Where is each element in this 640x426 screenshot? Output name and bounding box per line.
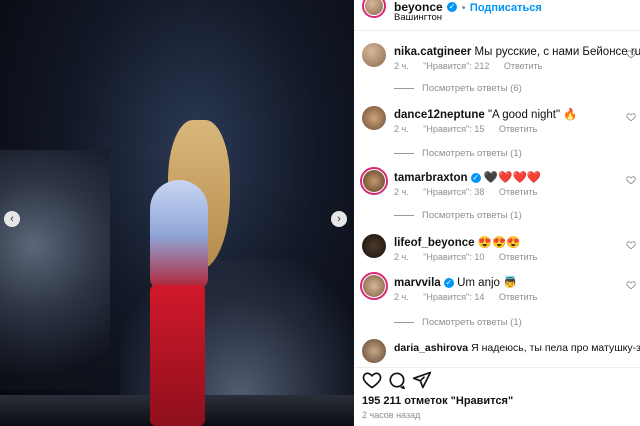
comment-username[interactable]: dance12neptune <box>394 109 485 121</box>
heart-icon[interactable] <box>626 280 636 290</box>
comment-username[interactable]: marvvila <box>394 277 441 289</box>
comment-likes[interactable]: "Нравится": 10 <box>423 252 484 262</box>
view-replies-button[interactable]: Посмотреть ответы (1) <box>394 317 522 328</box>
post-time: 2 часов назад <box>362 410 421 420</box>
comment-username[interactable]: tamarbraxton <box>394 172 468 184</box>
prev-photo-button[interactable]: ‹ <box>4 211 20 227</box>
follow-button[interactable]: Подписаться <box>470 2 542 14</box>
view-replies-button[interactable]: Посмотреть ответы (6) <box>394 83 522 94</box>
verified-icon: ✓ <box>443 277 454 288</box>
comment-avatar[interactable] <box>362 234 386 258</box>
reply-button[interactable]: Ответить <box>499 124 537 134</box>
crowd-background <box>0 150 110 390</box>
heart-icon[interactable] <box>626 49 636 59</box>
reply-button[interactable]: Ответить <box>499 292 537 302</box>
verified-icon: ✓ <box>470 172 481 183</box>
comment-avatar[interactable] <box>363 170 385 192</box>
like-button[interactable] <box>362 370 382 390</box>
share-button[interactable] <box>412 370 432 390</box>
heart-icon[interactable] <box>626 112 636 122</box>
verified-icon: ✓ <box>447 1 458 12</box>
comment-text: 😍😍😍 <box>477 237 521 249</box>
comment-avatar[interactable] <box>363 275 385 297</box>
comment-likes[interactable]: "Нравится": 15 <box>423 124 484 134</box>
post-photo: ‹ › <box>0 0 354 426</box>
reply-button[interactable]: Ответить <box>499 252 537 262</box>
heart-icon[interactable] <box>626 240 636 250</box>
comment-username[interactable]: nika.catgineer <box>394 46 471 58</box>
post-location[interactable]: Вашингтон <box>394 12 442 23</box>
heart-icon[interactable] <box>626 175 636 185</box>
comment-time: 2 ч. <box>394 124 409 134</box>
performer-outfit <box>150 180 208 290</box>
comment-avatar[interactable] <box>362 106 386 130</box>
comment-text: 🖤❤️❤️❤️ <box>483 172 542 184</box>
comment-username[interactable]: lifeof_beyonce <box>394 237 475 249</box>
post-header: beyonce ✓ • Подписаться Вашингтон <box>354 0 640 31</box>
view-replies-button[interactable]: Посмотреть ответы (1) <box>394 148 522 159</box>
likes-count[interactable]: 195 211 отметок "Нравится" <box>362 395 513 407</box>
comment-button[interactable] <box>387 370 407 390</box>
comment-likes[interactable]: "Нравится": 14 <box>423 292 484 302</box>
comment-avatar[interactable] <box>362 339 386 363</box>
reply-button[interactable]: Ответить <box>499 187 537 197</box>
action-bar <box>354 367 640 390</box>
comment-time: 2 ч. <box>394 61 409 71</box>
comment-item: daria_ashirova Я надеюсь, ты пела про ма… <box>354 337 640 367</box>
post-panel: beyonce ✓ • Подписаться Вашингтон nika.c… <box>354 0 640 426</box>
chevron-left-icon: ‹ <box>10 213 14 225</box>
comment-time: 2 ч. <box>394 292 409 302</box>
comment-text: Мы русские, с нами Бейонсе ruruRU <box>474 46 640 58</box>
comment-time: 2 ч. <box>394 187 409 197</box>
comment-text: "A good night" 🔥 <box>487 109 578 121</box>
comment-avatar[interactable] <box>362 43 386 67</box>
comment-text: Я надеюсь, ты пела про матушку-землю ❤️ <box>471 342 640 354</box>
comment-likes[interactable]: "Нравится": 212 <box>423 61 489 71</box>
chevron-right-icon: › <box>337 213 341 225</box>
comment-time: 2 ч. <box>394 252 409 262</box>
performer-boots <box>150 285 205 426</box>
next-photo-button[interactable]: › <box>331 211 347 227</box>
comment-username[interactable]: daria_ashirova <box>394 342 468 354</box>
comment-likes[interactable]: "Нравится": 38 <box>423 187 484 197</box>
reply-button[interactable]: Ответить <box>504 61 542 71</box>
view-replies-button[interactable]: Посмотреть ответы (1) <box>394 210 522 221</box>
comment-text: Um anjo 👼 <box>457 277 518 289</box>
